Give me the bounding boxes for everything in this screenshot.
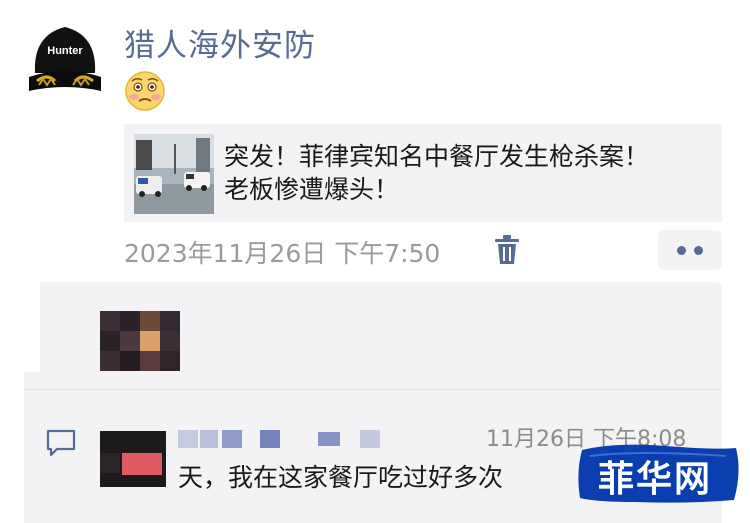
comment-icon (46, 429, 76, 457)
cap-icon: Hunter (27, 21, 103, 97)
article-title-line-2: 老板惨遭爆头！ (224, 175, 400, 204)
article-title-line-1: 突发！菲律宾知名中餐厅发生枪杀案！ (224, 142, 650, 171)
woozy-face-emoji-icon (125, 71, 165, 111)
poster-avatar[interactable]: Hunter (27, 21, 103, 97)
article-title: 突发！菲律宾知名中餐厅发生枪杀案！ 老板惨遭爆头！ (224, 140, 704, 206)
commenter-name-blurred[interactable] (178, 428, 388, 450)
more-dot-icon (694, 246, 703, 255)
watermark-text: 菲华网 (598, 458, 713, 500)
more-dot-icon (677, 246, 686, 255)
article-thumbnail (134, 134, 214, 214)
poster-name[interactable]: 猎人海外安防 (124, 20, 316, 65)
liker-avatar[interactable] (100, 311, 180, 371)
shared-article-card[interactable]: 突发！菲律宾知名中餐厅发生枪杀案！ 老板惨遭爆头！ (124, 124, 722, 222)
comment-text: 天，我在这家餐厅吃过好多次 (178, 463, 504, 492)
post-timestamp: 2023年11月26日 下午7:50 (124, 239, 441, 268)
trash-icon[interactable] (494, 235, 520, 265)
more-options-button[interactable] (658, 230, 722, 270)
avatar-text: Hunter (47, 45, 83, 57)
commenter-avatar[interactable] (96, 417, 166, 487)
